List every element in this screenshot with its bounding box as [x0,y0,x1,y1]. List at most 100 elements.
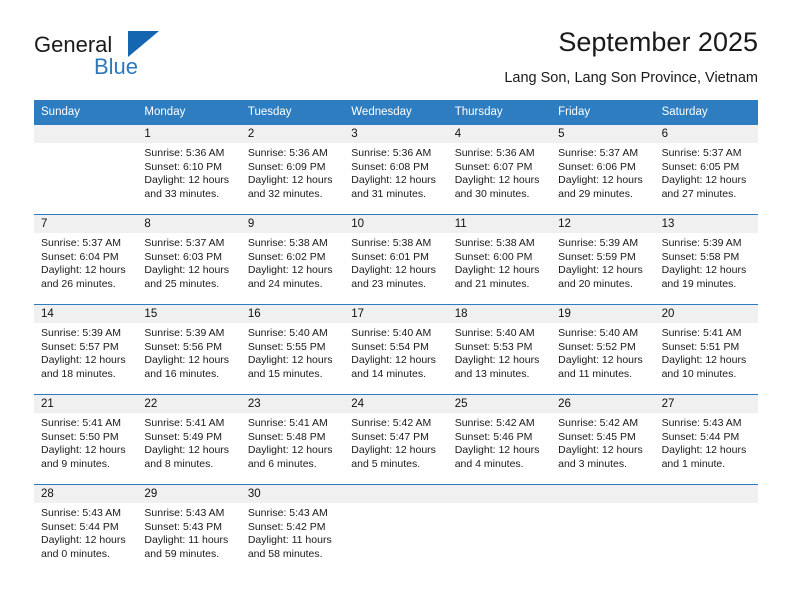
day-detail-line: Sunset: 5:51 PM [661,340,740,353]
page-title: September 2025 [558,27,758,57]
day-detail-line: Daylight: 12 hours [247,264,333,277]
day-detail-line: Sunset: 6:08 PM [351,160,429,173]
day-detail-line: and 59 minutes. [144,547,220,560]
day-details: Sunrise: 5:42 AM Sunset: 5:45 PM Daylight:… [551,413,654,471]
weekday-header-friday: Friday [558,106,591,118]
title-block: September 2025 Lang Son, Lang Son Provin… [184,26,758,85]
day-cell-15[interactable]: 15 Sunrise: 5:39 AM Sunset: 5:56 PM Dayligh… [137,305,241,394]
day-cell-1[interactable]: 1 Sunrise: 5:36 AM Sunset: 6:10 PM Daylight… [137,125,241,214]
day-number [447,485,552,503]
day-detail-line: and 1 minute. [661,457,726,470]
day-cell-28[interactable]: 28 Sunrise: 5:43 AM Sunset: 5:44 PM Dayligh… [34,485,138,574]
day-cell-11[interactable]: 11 Sunrise: 5:38 AM Sunset: 6:00 PM Dayligh… [447,215,552,304]
day-detail-line: Sunrise: 5:40 AM [351,327,432,339]
day-cell-29[interactable]: 29 Sunrise: 5:43 AM Sunset: 5:43 PM Dayligh… [137,485,241,574]
day-cell-21[interactable]: 21 Sunrise: 5:41 AM Sunset: 5:50 PM Dayligh… [34,395,138,484]
brand-logo[interactable]: General Blue [34,26,184,82]
day-detail-line: Sunrise: 5:37 AM [41,237,121,249]
day-detail-line: Sunrise: 5:43 AM [41,507,121,519]
day-detail-line: Sunrise: 5:42 AM [454,417,535,429]
day-detail-line: Sunset: 6:07 PM [454,160,533,173]
day-cell-6[interactable]: 6 Sunrise: 5:37 AM Sunset: 6:05 PM Daylight… [654,125,758,214]
day-detail-line: Sunset: 6:10 PM [144,160,223,173]
day-detail-line: Daylight: 11 hours [144,534,229,547]
day-detail-line: Daylight: 12 hours [661,264,747,277]
day-detail-line: Sunrise: 5:36 AM [144,147,225,159]
day-detail-line: Sunset: 5:43 PM [144,520,223,533]
day-detail-line: and 30 minutes. [454,187,530,200]
day-number: 1 [137,125,241,143]
day-cell-4[interactable]: 4 Sunrise: 5:36 AM Sunset: 6:07 PM Daylight… [447,125,552,214]
day-number [34,125,138,143]
day-detail-line: Daylight: 12 hours [558,264,643,277]
day-detail-line: Daylight: 12 hours [41,354,126,367]
day-detail-line: and 24 minutes. [247,277,323,290]
day-detail-line: and 18 minutes. [41,367,116,380]
day-detail-line: and 3 minutes. [558,457,628,470]
day-number: 15 [137,305,241,323]
day-detail-line: Daylight: 12 hours [351,444,436,457]
day-number: 30 [240,485,345,503]
day-details: Sunrise: 5:41 AM Sunset: 5:50 PM Daylight:… [34,413,137,471]
day-detail-line: Daylight: 12 hours [247,174,333,187]
day-cell-12[interactable]: 12 Sunrise: 5:39 AM Sunset: 5:59 PM Dayligh… [551,215,655,304]
day-cell-3[interactable]: 3 Sunrise: 5:36 AM Sunset: 6:08 PM Daylight… [344,125,448,214]
day-cell-2[interactable]: 2 Sunrise: 5:36 AM Sunset: 6:09 PM Daylight… [240,125,345,214]
day-cell-30[interactable]: 30 Sunrise: 5:43 AM Sunset: 5:42 PM Dayligh… [240,485,345,574]
day-details: Sunrise: 5:41 AM Sunset: 5:49 PM Daylight:… [137,413,240,471]
day-detail-line: Daylight: 12 hours [558,444,643,457]
day-detail-line: and 0 minutes. [41,547,110,560]
day-number: 14 [34,305,138,323]
day-number: 20 [654,305,758,323]
day-detail-line: Sunrise: 5:40 AM [558,327,639,339]
day-detail-line: Sunrise: 5:36 AM [247,147,328,159]
day-detail-line: and 31 minutes. [351,187,426,200]
day-detail-line: Sunset: 5:46 PM [454,430,533,443]
day-cell-27[interactable]: 27 Sunrise: 5:43 AM Sunset: 5:44 PM Dayligh… [654,395,758,484]
day-detail-line: Daylight: 12 hours [661,174,747,187]
day-cell-22[interactable]: 22 Sunrise: 5:41 AM Sunset: 5:49 PM Dayligh… [137,395,241,484]
day-detail-line: and 26 minutes. [41,277,116,290]
day-detail-line: and 20 minutes. [558,277,633,290]
day-detail-line: Sunrise: 5:39 AM [41,327,121,339]
day-number: 28 [34,485,138,503]
day-cell-7[interactable]: 7 Sunrise: 5:37 AM Sunset: 6:04 PM Daylight… [34,215,138,304]
calendar-week-row: 7 Sunrise: 5:37 AM Sunset: 6:04 PM Daylight… [34,214,758,304]
day-detail-line: Sunset: 5:49 PM [144,430,223,443]
day-detail-line: and 4 minutes. [454,457,524,470]
day-cell-18[interactable]: 18 Sunrise: 5:40 AM Sunset: 5:53 PM Dayligh… [447,305,552,394]
day-cell-20[interactable]: 20 Sunrise: 5:41 AM Sunset: 5:51 PM Dayligh… [654,305,758,394]
day-cell-25[interactable]: 25 Sunrise: 5:42 AM Sunset: 5:46 PM Dayligh… [447,395,552,484]
day-cell-16[interactable]: 16 Sunrise: 5:40 AM Sunset: 5:55 PM Dayligh… [240,305,345,394]
day-details: Sunrise: 5:40 AM Sunset: 5:52 PM Daylight:… [551,323,654,381]
day-cell-26[interactable]: 26 Sunrise: 5:42 AM Sunset: 5:45 PM Dayligh… [551,395,655,484]
day-detail-line: and 10 minutes. [661,367,737,380]
day-cell-empty [34,125,138,214]
day-details: Sunrise: 5:37 AM Sunset: 6:05 PM Daylight:… [655,143,758,201]
day-cell-8[interactable]: 8 Sunrise: 5:37 AM Sunset: 6:03 PM Daylight… [137,215,241,304]
day-cell-19[interactable]: 19 Sunrise: 5:40 AM Sunset: 5:52 PM Dayligh… [551,305,655,394]
day-cell-23[interactable]: 23 Sunrise: 5:41 AM Sunset: 5:48 PM Dayligh… [240,395,345,484]
day-cell-13[interactable]: 13 Sunrise: 5:39 AM Sunset: 5:58 PM Dayligh… [654,215,758,304]
day-cell-14[interactable]: 14 Sunrise: 5:39 AM Sunset: 5:57 PM Dayligh… [34,305,138,394]
day-detail-line: Daylight: 12 hours [454,174,540,187]
day-details: Sunrise: 5:43 AM Sunset: 5:44 PM Daylight:… [34,503,137,561]
day-detail-line: and 19 minutes. [661,277,737,290]
day-number: 9 [240,215,345,233]
day-detail-line: Sunset: 5:44 PM [41,520,119,533]
calendar-week-row: 28 Sunrise: 5:43 AM Sunset: 5:44 PM Dayligh… [34,484,758,574]
day-detail-line: Sunrise: 5:43 AM [144,507,225,519]
day-cell-empty [654,485,758,574]
day-detail-line: Sunset: 5:48 PM [247,430,326,443]
day-details: Sunrise: 5:42 AM Sunset: 5:47 PM Daylight:… [344,413,447,471]
day-details: Sunrise: 5:43 AM Sunset: 5:44 PM Daylight:… [655,413,758,471]
day-cell-17[interactable]: 17 Sunrise: 5:40 AM Sunset: 5:54 PM Dayligh… [344,305,448,394]
day-detail-line: Daylight: 12 hours [144,354,230,367]
day-cell-10[interactable]: 10 Sunrise: 5:38 AM Sunset: 6:01 PM Dayligh… [344,215,448,304]
calendar-week-row: 21 Sunrise: 5:41 AM Sunset: 5:50 PM Dayligh… [34,394,758,484]
day-detail-line: Sunset: 6:09 PM [247,160,326,173]
day-cell-5[interactable]: 5 Sunrise: 5:37 AM Sunset: 6:06 PM Daylight… [551,125,655,214]
day-cell-9[interactable]: 9 Sunrise: 5:38 AM Sunset: 6:02 PM Daylight… [240,215,345,304]
day-cell-24[interactable]: 24 Sunrise: 5:42 AM Sunset: 5:47 PM Dayligh… [344,395,448,484]
day-number: 22 [137,395,241,413]
